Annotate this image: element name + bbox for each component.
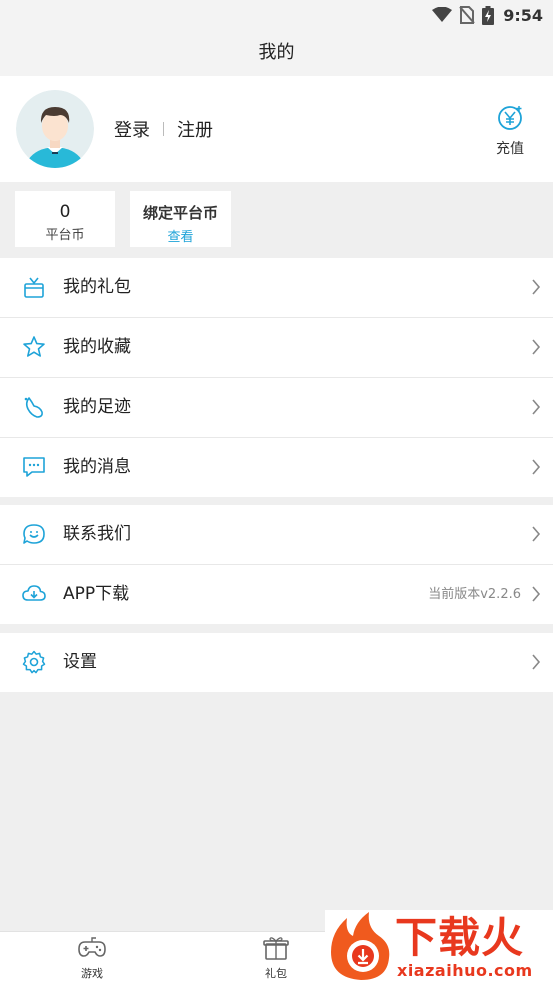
- menu-item-contact[interactable]: 联系我们: [0, 505, 553, 565]
- menu-group-app: 联系我们 APP下载 当前版本v2.2.6: [0, 505, 553, 624]
- menu-item-footprints[interactable]: 我的足迹: [0, 378, 553, 438]
- status-bar: 9:54: [0, 0, 553, 30]
- menu-item-favorites[interactable]: 我的收藏: [0, 318, 553, 378]
- settings-icon: [22, 650, 46, 674]
- chevron-right-icon: [532, 586, 541, 602]
- menu-label-contact: 联系我们: [63, 524, 131, 544]
- login-link[interactable]: 登录: [114, 116, 150, 142]
- gift-box-icon: [263, 937, 289, 960]
- cloud-download-icon: [22, 585, 46, 601]
- bind-coin-card[interactable]: 绑定平台币 查看: [130, 191, 231, 247]
- gamepad-icon: [78, 937, 106, 957]
- contact-icon: [23, 524, 45, 544]
- nav-tab-games[interactable]: 游戏: [62, 936, 122, 981]
- bind-coin-title: 绑定平台币: [142, 204, 218, 222]
- version-text: 当前版本v2.2.6: [428, 587, 521, 602]
- brand-name: 下载火: [395, 913, 525, 962]
- battery-charging-icon: [482, 5, 495, 25]
- register-link[interactable]: 注册: [177, 116, 213, 142]
- chevron-right-icon: [532, 399, 541, 415]
- fire-logo-icon: [331, 912, 390, 980]
- menu-item-settings[interactable]: 设置: [0, 633, 553, 692]
- yen-coin-icon: [498, 106, 522, 130]
- menu-item-gifts[interactable]: 我的礼包: [0, 258, 553, 318]
- page-title: 我的: [258, 42, 295, 63]
- gift-icon: [24, 277, 44, 298]
- auth-divider: [163, 122, 164, 136]
- menu-label-app-download: APP下载: [63, 584, 130, 604]
- avatar[interactable]: [16, 90, 94, 168]
- no-sim-icon: [459, 6, 475, 24]
- star-icon: [23, 336, 45, 357]
- platform-coin-label: 平台币: [45, 228, 85, 243]
- chevron-right-icon: [532, 526, 541, 542]
- chevron-right-icon: [532, 654, 541, 670]
- footprint-icon: [24, 397, 43, 418]
- profile-section: 登录 注册 充值: [0, 76, 553, 182]
- message-icon: [23, 457, 45, 477]
- menu-label-favorites: 我的收藏: [63, 337, 131, 357]
- status-time: 9:54: [503, 5, 543, 25]
- menu-group-personal: 我的礼包 我的收藏 我的足迹 我的消息: [0, 258, 553, 497]
- chevron-right-icon: [532, 459, 541, 475]
- menu-label-settings: 设置: [63, 652, 97, 672]
- recharge-button[interactable]: 充值: [487, 104, 533, 158]
- platform-coin-value: 0: [59, 202, 71, 222]
- top-bar: 我的: [0, 30, 553, 76]
- menu-group-settings: 设置: [0, 633, 553, 692]
- menu-item-app-download[interactable]: APP下载 当前版本v2.2.6: [0, 565, 553, 624]
- menu-label-footprints: 我的足迹: [63, 397, 131, 417]
- platform-coin-card[interactable]: 0 平台币: [15, 191, 115, 247]
- user-avatar-icon: [16, 90, 94, 168]
- chevron-right-icon: [532, 339, 541, 355]
- brand-watermark-logo: 下载火 xiazaihuo.com: [325, 910, 553, 983]
- coins-section: 0 平台币 绑定平台币 查看: [0, 182, 553, 258]
- menu-item-messages[interactable]: 我的消息: [0, 438, 553, 497]
- recharge-label: 充值: [496, 141, 524, 157]
- nav-label-gifts: 礼包: [265, 967, 287, 980]
- wifi-icon: [432, 7, 453, 22]
- bind-coin-view-link[interactable]: 查看: [130, 226, 231, 245]
- nav-tab-gifts[interactable]: 礼包: [246, 936, 306, 981]
- chevron-right-icon: [532, 279, 541, 295]
- brand-url: xiazaihuo.com: [397, 961, 533, 980]
- menu-label-gifts: 我的礼包: [63, 277, 131, 297]
- nav-label-games: 游戏: [81, 967, 103, 980]
- menu-label-messages: 我的消息: [63, 457, 131, 477]
